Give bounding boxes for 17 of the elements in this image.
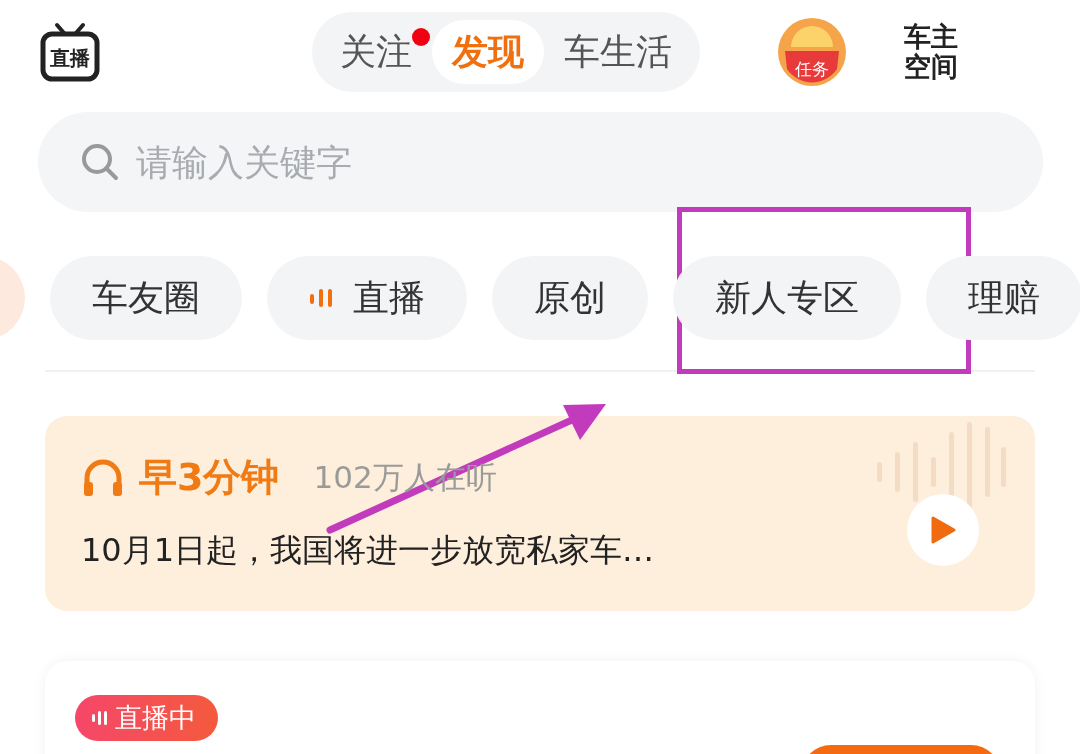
category-chip[interactable]: 原创 — [492, 256, 648, 340]
search-icon — [80, 142, 120, 182]
audio-title: 早3分钟 — [139, 454, 280, 501]
owner-space-link[interactable]: 车主空间 — [904, 22, 961, 82]
category-chip[interactable]: 直播 — [267, 256, 467, 340]
bars-icon — [91, 708, 107, 728]
play-icon — [930, 516, 956, 544]
category-chip[interactable]: 车友圈 — [50, 256, 242, 340]
live-tag: 直播中 — [75, 695, 218, 741]
tab[interactable]: 车生活 — [544, 20, 692, 84]
search-field[interactable]: 请输入关键字 — [134, 140, 838, 184]
search-bar[interactable]: 请输入关键字 — [38, 112, 1043, 212]
task-icon[interactable]: 任务 — [777, 17, 847, 87]
category-chip[interactable]: 新人专区 — [673, 256, 901, 340]
category-chip[interactable]: 理赔 — [926, 256, 1080, 340]
news-headline: 10月1日起，我国将进一步放宽私家车… — [81, 530, 655, 571]
tab[interactable]: 关注 — [320, 20, 432, 84]
